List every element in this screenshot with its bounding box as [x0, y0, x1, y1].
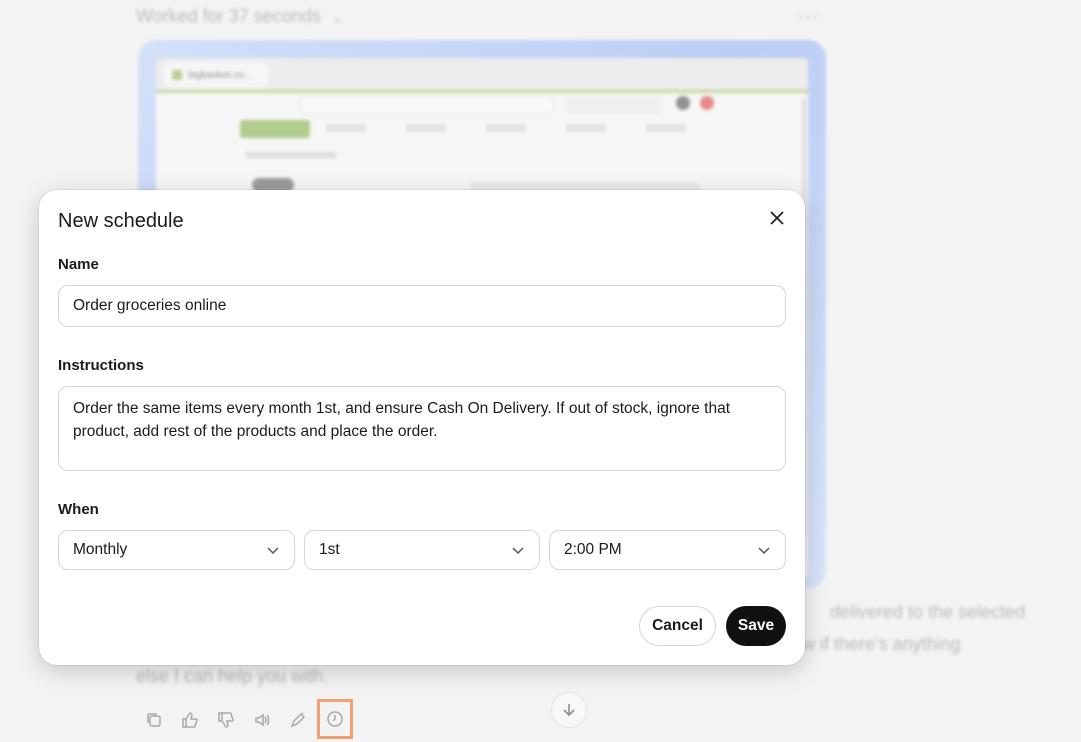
- screenshot-basket-icon: [700, 96, 714, 110]
- chevron-down-icon: [758, 547, 770, 555]
- screenshot-category-button: [240, 120, 310, 138]
- thumbs-down-icon[interactable]: [208, 706, 244, 734]
- message-line: else I can help you with.: [136, 666, 329, 686]
- speaker-icon[interactable]: [244, 706, 280, 734]
- day-select[interactable]: 1st: [304, 530, 540, 570]
- worked-status[interactable]: Worked for 37 seconds ⌄: [136, 6, 344, 27]
- close-icon: [770, 211, 784, 225]
- thumbs-up-icon[interactable]: [172, 706, 208, 734]
- frequency-value: Monthly: [73, 541, 128, 558]
- message-line: delivered to the selected: [830, 602, 1026, 622]
- screenshot-tabbar: bigbasket.co...: [156, 58, 808, 93]
- screenshot-delivery-box: [566, 96, 662, 114]
- screenshot-menu: [326, 124, 706, 132]
- new-schedule-dialog: New schedule Name Instructions Order the…: [39, 190, 805, 665]
- more-options-icon[interactable]: ···: [798, 6, 819, 27]
- scroll-down-button[interactable]: [551, 692, 587, 728]
- cancel-button[interactable]: Cancel: [639, 606, 716, 646]
- name-label: Name: [58, 256, 99, 273]
- screenshot-breadcrumb: [246, 152, 336, 158]
- screenshot-tab: bigbasket.co...: [164, 62, 268, 88]
- favicon-icon: [172, 70, 182, 80]
- clock-icon: [327, 711, 343, 727]
- screenshot-user-icon: [676, 96, 690, 110]
- time-value: 2:00 PM: [564, 541, 622, 558]
- schedule-button[interactable]: [317, 699, 353, 739]
- worked-label: Worked for 37 seconds: [136, 6, 321, 26]
- screenshot-tab-title: bigbasket.co...: [188, 69, 253, 81]
- instructions-input[interactable]: Order the same items every month 1st, an…: [58, 386, 786, 471]
- message-actions: [136, 699, 353, 739]
- edit-icon[interactable]: [280, 706, 316, 734]
- close-button[interactable]: [763, 204, 791, 232]
- instructions-label: Instructions: [58, 357, 144, 374]
- arrow-down-icon: [563, 704, 575, 717]
- copy-icon[interactable]: [136, 706, 172, 734]
- screenshot-search: [300, 96, 554, 114]
- dialog-title: New schedule: [58, 210, 184, 232]
- time-select[interactable]: 2:00 PM: [549, 530, 786, 570]
- save-button[interactable]: Save: [726, 606, 786, 646]
- frequency-select[interactable]: Monthly: [58, 530, 295, 570]
- when-label: When: [58, 501, 99, 518]
- day-value: 1st: [319, 541, 340, 558]
- chevron-down-icon: ⌄: [331, 9, 344, 25]
- name-input[interactable]: [58, 285, 786, 327]
- chevron-down-icon: [267, 547, 279, 555]
- message-line: w if there's anything: [802, 634, 961, 654]
- chevron-down-icon: [512, 547, 524, 555]
